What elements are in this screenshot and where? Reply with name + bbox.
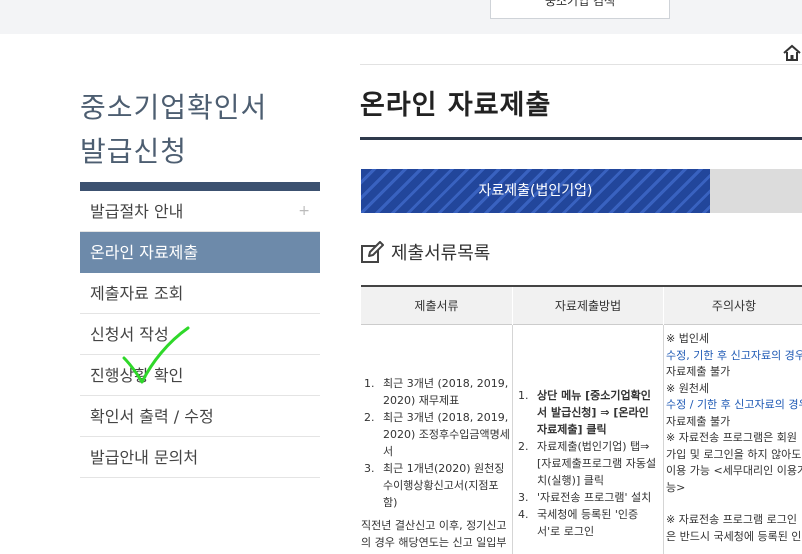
note-line: 수정, 기한 후 신고자료의 경우 (666, 348, 802, 362)
sidebar-item-label: 확인서 출력 / 수정 (90, 407, 214, 426)
sidebar-item-application-form[interactable]: 신청서 작성 (80, 314, 320, 355)
section-title: 제출서류목록 (391, 243, 491, 264)
note-line: 자료제출 불가 (666, 365, 731, 378)
documents-note: 직전년 결산신고 이후, 정기신고의 경우 해당연도는 신고 일입부 (361, 519, 507, 549)
sidebar-title: 중소기업확인서 발급신청 (80, 86, 320, 174)
breadcrumb-divider (360, 64, 802, 65)
list-text: 최근 3개년 (2018, 2019, 2020) 재무제표 (383, 377, 509, 407)
list-number: 4. (518, 508, 529, 521)
sidebar-item-label: 발급안내 문의처 (90, 448, 199, 467)
list-text: 자료제출(법인기업) 탭⇒ [자료제출프로그램 자동설치(실행)] 클릭 (537, 440, 657, 487)
sidebar-item-submission-lookup[interactable]: 제출자료 조회 (80, 273, 320, 314)
list-item: 3. '자료전송 프로그램' 설치 (515, 489, 657, 506)
sidebar-item-contact[interactable]: 발급안내 문의처 (80, 437, 320, 478)
sidebar-item-label: 온라인 자료제출 (90, 243, 199, 262)
sidebar-title-line1: 중소기업확인서 (80, 91, 268, 124)
note-line: 이용 가능 <세무대리인 이용가 (666, 464, 802, 477)
list-number: 3. (518, 491, 529, 504)
table-header-notes: 주의사항 (664, 287, 802, 325)
sidebar-item-label: 제출자료 조회 (90, 284, 184, 303)
list-number: 1. (364, 377, 375, 390)
note-line: ※ 법인세 (666, 332, 710, 345)
documents-cell: 1. 최근 3개년 (2018, 2019, 2020) 재무제표 2. 최근 3개… (361, 375, 511, 551)
list-item: 2. 최근 3개년 (2018, 2019, 2020) 조정후수입금액명세서 (361, 409, 511, 460)
company-search-button[interactable]: 중소기업 검색 (490, 0, 670, 19)
tab-corporate-submit[interactable]: 자료제출(법인기업) (361, 169, 710, 213)
note-line: 자료제출 불가 (666, 414, 731, 428)
list-item: 1. 최근 3개년 (2018, 2019, 2020) 재무제표 (361, 375, 511, 409)
note-line (666, 496, 802, 512)
note-line: 수정 / 기한 후 신고자료의 경우 (666, 398, 802, 411)
sidebar-item-print-edit[interactable]: 확인서 출력 / 수정 (80, 396, 320, 437)
sidebar-title-line2: 발급신청 (80, 135, 188, 168)
note-line: ※ 자료전송 프로그램은 회원 (666, 431, 798, 444)
list-number: 3. (364, 462, 375, 475)
sidebar-menu: 발급절차 안내 + 온라인 자료제출 제출자료 조회 신청서 작성 진행상황 확… (80, 191, 320, 478)
note-line: 은 반드시 국세청에 등록된 인 (666, 529, 802, 543)
list-item: 4. 국세청에 등록된 '인증서'로 로그인 (515, 506, 657, 540)
sidebar-item-label: 발급절차 안내 (90, 202, 184, 221)
sidebar-item-online-submit[interactable]: 온라인 자료제출 (80, 232, 320, 273)
sidebar-item-procedure[interactable]: 발급절차 안내 + (80, 191, 320, 232)
list-text: 최근 3개년 (2018, 2019, 2020) 조정후수입금액명세서 (383, 411, 510, 458)
method-cell: 1. 상단 메뉴 [중소기업확인서 발급신청] ⇒ [온라인 자료제출] 클릭 2… (515, 387, 657, 540)
note-line: 가입 및 로그인을 하지 않아도 (666, 447, 802, 461)
page-title: 온라인 자료제출 (360, 90, 552, 121)
table-header-documents: 제출서류 (361, 287, 512, 325)
note-line: ※ 원천세 (666, 381, 710, 395)
home-icon[interactable] (782, 44, 802, 62)
list-number: 1. (518, 389, 529, 402)
sidebar-item-label: 신청서 작성 (90, 325, 169, 344)
top-bar: 중소기업 검색 (0, 0, 802, 34)
sidebar-item-label: 진행상황 확인 (90, 366, 184, 385)
tab-secondary[interactable] (710, 169, 802, 213)
list-text: '자료전송 프로그램' 설치 (537, 491, 652, 504)
list-text: 국세청에 등록된 '인증서'로 로그인 (537, 508, 639, 538)
plus-icon[interactable]: + (298, 191, 310, 232)
table-header-method: 자료제출방법 (513, 287, 663, 325)
column-divider (512, 325, 513, 554)
sidebar-item-progress-check[interactable]: 진행상황 확인 (80, 355, 320, 396)
list-number: 2. (518, 440, 529, 453)
list-item: 3. 최근 1개년(2020) 원천징수이행상황신고서(지점포함) (361, 460, 511, 511)
list-item: 1. 상단 메뉴 [중소기업확인서 발급신청] ⇒ [온라인 자료제출] 클릭 (515, 387, 657, 438)
list-text: 상단 메뉴 [중소기업확인서 발급신청] ⇒ [온라인 자료제출] 클릭 (537, 389, 651, 436)
note-line: ※ 자료전송 프로그램 로그인 (666, 513, 798, 526)
documents-table: 제출서류 자료제출방법 주의사항 1. 최근 3개년 (2018, 2019, 2… (361, 285, 802, 554)
title-divider (360, 137, 802, 140)
edit-icon (361, 241, 384, 263)
list-number: 2. (364, 411, 375, 424)
column-divider (663, 325, 664, 554)
sidebar-accent-bar (80, 182, 320, 191)
list-item: 2. 자료제출(법인기업) 탭⇒ [자료제출프로그램 자동설치(실행)] 클릭 (515, 438, 657, 489)
notes-cell: ※ 법인세 수정, 기한 후 신고자료의 경우 자료제출 불가 ※ 원천세 수정… (666, 331, 802, 545)
note-line: 능> (666, 480, 686, 494)
list-text: 최근 1개년(2020) 원천징수이행상황신고서(지점포함) (383, 462, 505, 509)
